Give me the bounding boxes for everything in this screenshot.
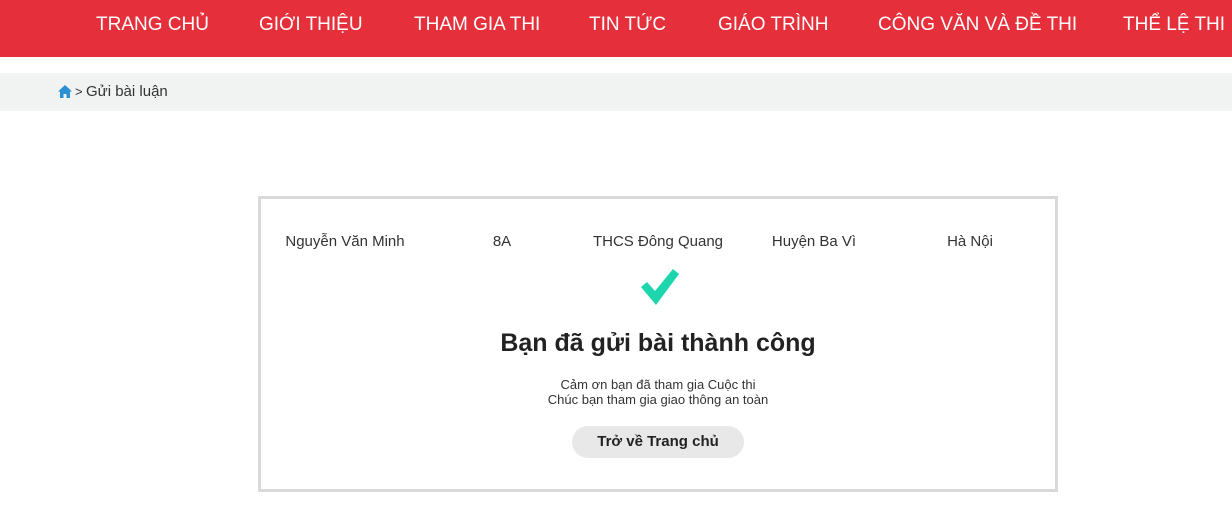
student-name: Nguyễn Văn Minh [285,233,405,250]
breadcrumb-separator: > [75,84,83,99]
thank-you-message: Cảm ơn bạn đã tham gia Cuộc thi [560,377,756,392]
nav-item-home[interactable]: TRANG CHỦ [96,0,209,50]
nav-item-curriculum[interactable]: GIÁO TRÌNH [718,0,829,50]
nav-item-documents-exams[interactable]: CÔNG VĂN VÀ ĐỀ THI [878,0,1077,50]
nav-item-join-contest[interactable]: THAM GIA THI [414,0,540,50]
nav-item-about[interactable]: GIỚI THIỆU [259,0,363,50]
student-city: Hà Nội [947,233,993,250]
home-icon[interactable] [58,85,72,98]
checkmark-icon [641,269,679,305]
submission-result-card: Nguyễn Văn Minh 8A THCS Đông Quang Huyện… [258,196,1058,492]
student-class: 8A [492,233,512,250]
main-navbar: TRANG CHỦ GIỚI THIỆU THAM GIA THI TIN TỨ… [0,0,1232,57]
breadcrumb: > Gửi bài luận [0,73,1232,111]
student-district: Huyện Ba Vì [771,233,857,250]
back-to-home-button[interactable]: Trở về Trang chủ [572,426,744,458]
success-title: Bạn đã gửi bài thành công [500,329,816,357]
nav-item-rules[interactable]: THỂ LỆ THI [1123,0,1225,50]
student-school: THCS Đông Quang [592,233,724,250]
nav-item-news[interactable]: TIN TỨC [589,0,666,50]
safety-message: Chúc bạn tham gia giao thông an toàn [547,392,769,407]
breadcrumb-current: Gửi bài luận [86,83,168,100]
